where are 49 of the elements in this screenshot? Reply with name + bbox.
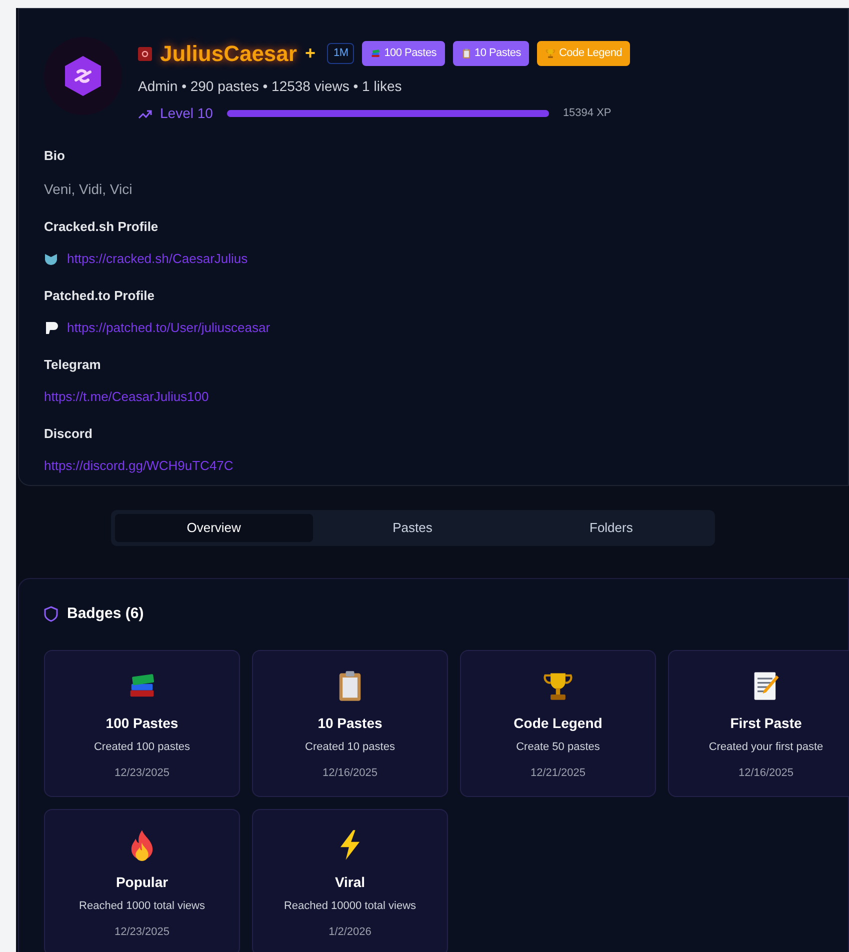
field-label: Telegram <box>44 356 102 374</box>
field-label: Bio <box>44 147 66 165</box>
badge-date: 12/23/2025 <box>114 766 170 781</box>
badge-title: 100 Pastes <box>106 714 178 732</box>
badge-chip: 100 Pastes <box>362 41 445 66</box>
rank-icon <box>138 46 152 60</box>
badge-description: Created 10 pastes <box>305 740 395 754</box>
badges-title: Badges (6) <box>67 604 144 624</box>
badge-date: 1/2/2026 <box>328 925 372 940</box>
trophy-icon <box>544 48 556 59</box>
profile-link[interactable]: https://t.me/CeasarJulius100 <box>44 387 209 406</box>
xp-value: 15394 XP <box>562 106 612 122</box>
plus-mark: + <box>304 42 316 65</box>
badge-description: Created 100 pastes <box>94 740 190 754</box>
profile-stats: Admin • 290 pastes • 12538 views • 1 likes <box>138 77 403 96</box>
level-label: Level 10 <box>160 104 213 123</box>
tab[interactable]: Pastes <box>313 514 512 542</box>
badge-description: Reached 10000 total views <box>284 898 416 914</box>
badge-title: Viral <box>334 872 366 892</box>
badge-date: 12/23/2025 <box>114 925 170 940</box>
badge-date: 12/21/2025 <box>530 766 586 781</box>
profile-link[interactable]: https://patched.to/User/juliusceasar <box>67 318 270 338</box>
badge-title: Code Legend <box>514 714 602 733</box>
profile-link[interactable]: https://cracked.sh/CaesarJulius <box>67 249 248 268</box>
badge-description: Created your first paste <box>708 740 824 754</box>
trend-icon <box>138 108 152 118</box>
badge-date: 12/16/2025 <box>322 766 378 781</box>
badge-chip: 10 Pastes <box>452 41 529 66</box>
clipboard-icon <box>460 48 472 59</box>
badge-title: 10 Pastes <box>318 714 382 732</box>
field-label: Cracked.sh Profile <box>44 218 160 236</box>
shield-logo-icon <box>44 252 58 266</box>
badge-chip: 1M <box>327 43 354 64</box>
tab[interactable]: Folders <box>512 514 711 542</box>
field-label: Patched.to Profile <box>44 286 156 304</box>
books-icon <box>370 48 382 59</box>
badge-title: Popular <box>116 872 168 892</box>
badge-title: First Paste <box>730 714 802 732</box>
field-label: Discord <box>44 424 94 442</box>
profile-link[interactable]: https://discord.gg/WCH9uTC47C <box>44 456 234 476</box>
bio-text: Veni, Vidi, Vici <box>44 180 132 198</box>
badge-chip: Code Legend <box>536 41 630 66</box>
shield-icon <box>44 606 58 622</box>
badge-description: Create 50 pastes <box>516 740 600 754</box>
logo-icon <box>44 320 58 335</box>
badge-description: Reached 1000 total views <box>79 898 205 914</box>
username: JuliusCaesar <box>160 40 297 68</box>
tab[interactable]: Overview <box>114 514 314 542</box>
badge-date: 12/16/2025 <box>738 766 794 781</box>
